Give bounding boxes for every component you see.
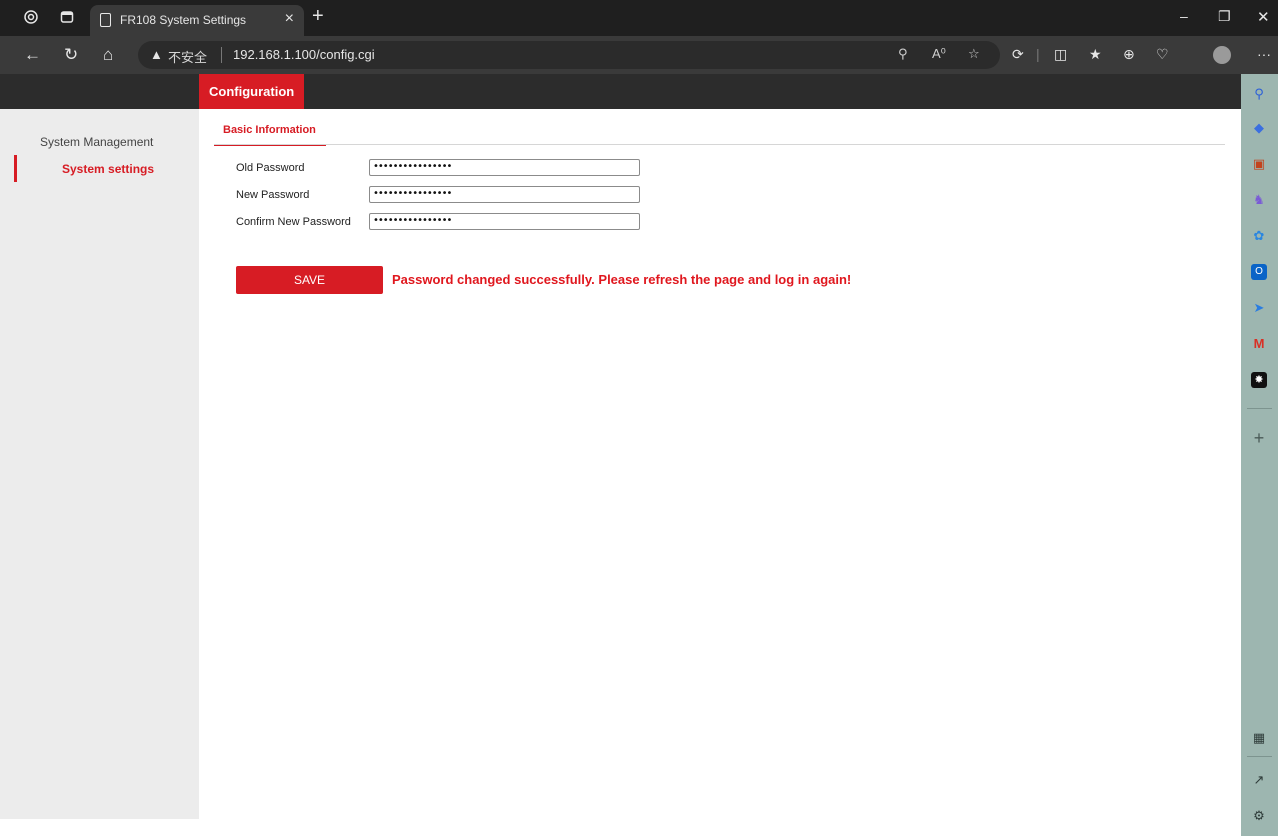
workspaces-icon[interactable]: [22, 9, 40, 27]
edge-sidebar: ⚲ ◆ ▣ ♞ ✿ O ➤ M ✸ + ▦ ↗ ⚙: [1241, 74, 1278, 836]
sidebar-section-title[interactable]: System Management: [40, 135, 153, 149]
new-tab-icon[interactable]: +: [312, 5, 324, 28]
old-password-label: Old Password: [236, 162, 305, 174]
collections-icon[interactable]: ⊕: [1123, 46, 1135, 63]
sidebar-divider: [1247, 408, 1272, 409]
refresh-icon[interactable]: ↻: [64, 45, 78, 65]
browser-titlebar: FR108 System Settings × + – ❐ ✕: [0, 0, 1278, 36]
tools-icon[interactable]: ▣: [1251, 156, 1267, 172]
close-tab-icon[interactable]: ×: [285, 10, 294, 28]
new-password-label: New Password: [236, 189, 310, 201]
page-content: Configuration System Management System s…: [0, 74, 1241, 836]
success-message: Password changed successfully. Please re…: [392, 272, 852, 287]
tab-basic-information[interactable]: Basic Information: [214, 122, 326, 146]
browser-tab[interactable]: FR108 System Settings ×: [90, 5, 304, 36]
games-icon[interactable]: ♞: [1251, 192, 1267, 208]
old-password-input[interactable]: ••••••••••••••••: [369, 159, 640, 176]
favorites-icon[interactable]: ★: [1089, 46, 1102, 63]
shopping-tag-icon[interactable]: ◆: [1251, 120, 1267, 136]
toolbar-divider: |: [1036, 46, 1040, 62]
url-text[interactable]: 192.168.1.100/config.cgi: [233, 47, 375, 62]
search-icon[interactable]: ⚲: [1251, 86, 1267, 102]
add-icon[interactable]: +: [1251, 429, 1267, 447]
outlook-icon[interactable]: O: [1251, 264, 1267, 280]
favorite-star-icon[interactable]: ☆: [968, 46, 980, 62]
extensions-icon[interactable]: ⟳: [1012, 46, 1024, 63]
minimize-icon[interactable]: –: [1180, 8, 1188, 24]
confirm-password-label: Confirm New Password: [236, 216, 351, 228]
confirm-password-input[interactable]: ••••••••••••••••: [369, 213, 640, 230]
open-external-icon[interactable]: ↗: [1251, 772, 1267, 788]
tab-title: FR108 System Settings: [120, 13, 247, 27]
split-screen-icon[interactable]: ◫: [1054, 46, 1067, 63]
address-toolbar: ← ↻ ⌂ ▲ 不安全 192.168.1.100/config.cgi ⚲ A…: [0, 36, 1278, 74]
tab-underline: [214, 144, 1225, 145]
nav-configuration[interactable]: Configuration: [199, 74, 305, 109]
settings-gear-icon[interactable]: ⚙: [1251, 808, 1267, 824]
more-menu-icon[interactable]: ···: [1257, 46, 1271, 62]
chatgpt-icon[interactable]: ✸: [1251, 372, 1267, 388]
home-icon[interactable]: ⌂: [103, 45, 113, 65]
left-sidebar: System Management System settings: [0, 109, 199, 819]
divider: [221, 47, 222, 63]
warning-icon[interactable]: ▲: [150, 47, 163, 62]
profile-avatar[interactable]: [1213, 46, 1231, 64]
back-icon[interactable]: ←: [24, 45, 41, 65]
screenshot-icon[interactable]: ▦: [1251, 730, 1267, 746]
top-navigation: Configuration: [0, 74, 1241, 109]
read-aloud-icon[interactable]: A⁰: [932, 46, 946, 62]
microsoft-365-icon[interactable]: ✿: [1251, 228, 1267, 244]
active-indicator: [14, 155, 17, 182]
send-icon[interactable]: ➤: [1251, 300, 1267, 316]
sidebar-item-system-settings[interactable]: System settings: [14, 155, 199, 182]
restore-icon[interactable]: ❐: [1218, 8, 1231, 25]
new-password-input[interactable]: ••••••••••••••••: [369, 186, 640, 203]
sidebar-item-label: System settings: [62, 162, 155, 176]
sidebar-divider: [1247, 756, 1272, 757]
address-bar[interactable]: ▲ 不安全 192.168.1.100/config.cgi ⚲ A⁰ ☆: [138, 41, 1000, 69]
tab-actions-icon[interactable]: [58, 9, 76, 27]
browser-essentials-icon[interactable]: ♡: [1156, 46, 1169, 63]
password-key-icon[interactable]: ⚲: [898, 46, 908, 62]
save-button[interactable]: SAVE: [236, 266, 383, 294]
close-window-icon[interactable]: ✕: [1257, 8, 1270, 26]
gmail-icon[interactable]: M: [1251, 336, 1267, 352]
insecure-label[interactable]: 不安全: [168, 47, 207, 66]
document-icon: [100, 13, 111, 27]
